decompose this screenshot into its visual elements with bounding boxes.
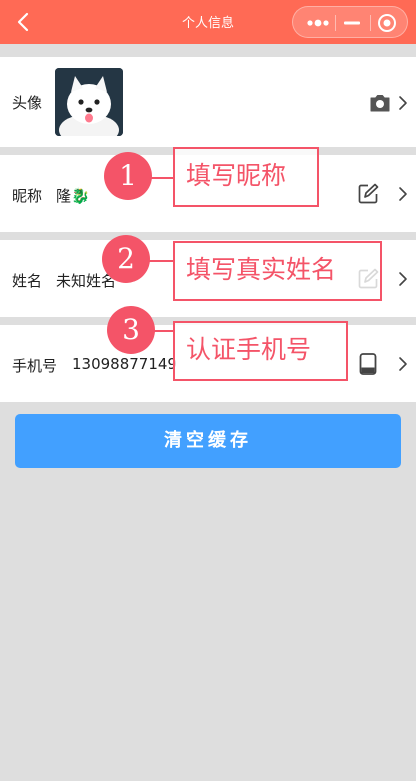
- annotation-callout-1: 填写昵称: [173, 147, 319, 207]
- chevron-right-icon: [399, 187, 407, 201]
- avatar-label: 头像: [12, 94, 43, 112]
- clear-cache-button[interactable]: 清空缓存: [15, 414, 401, 468]
- more-dots-icon[interactable]: [303, 13, 333, 33]
- minimize-icon[interactable]: [340, 13, 364, 33]
- annotation-leader-1: [151, 177, 174, 179]
- annotation-callout-2: 填写真实姓名: [173, 241, 382, 301]
- close-target-icon[interactable]: [376, 12, 398, 34]
- edit-icon[interactable]: [356, 182, 380, 206]
- mini-program-capsule: [292, 6, 408, 38]
- nickname-value: 隆🐉: [56, 187, 90, 205]
- phone-icon[interactable]: [356, 352, 380, 376]
- annotation-badge-3: 3: [107, 306, 155, 354]
- annotation-leader-3: [154, 330, 174, 332]
- nickname-label: 昵称: [12, 187, 43, 205]
- capsule-divider: [370, 15, 371, 31]
- avatar-row[interactable]: 头像: [0, 57, 416, 147]
- chevron-right-icon: [399, 96, 407, 110]
- avatar[interactable]: [55, 68, 123, 136]
- phone-label: 手机号: [12, 357, 58, 375]
- annotation-badge-1: 1: [104, 152, 152, 200]
- annotation-leader-2: [149, 260, 174, 262]
- annotation-badge-2: 2: [102, 235, 150, 283]
- capsule-divider: [335, 15, 336, 31]
- name-label: 姓名: [12, 272, 43, 290]
- dog-avatar-image: [55, 68, 123, 136]
- chevron-right-icon: [399, 272, 407, 286]
- camera-icon[interactable]: [368, 91, 392, 115]
- annotation-callout-3: 认证手机号: [173, 321, 348, 381]
- title-bar: 个人信息: [0, 0, 416, 44]
- phone-value: 13098877149: [72, 355, 177, 373]
- chevron-right-icon: [399, 357, 407, 371]
